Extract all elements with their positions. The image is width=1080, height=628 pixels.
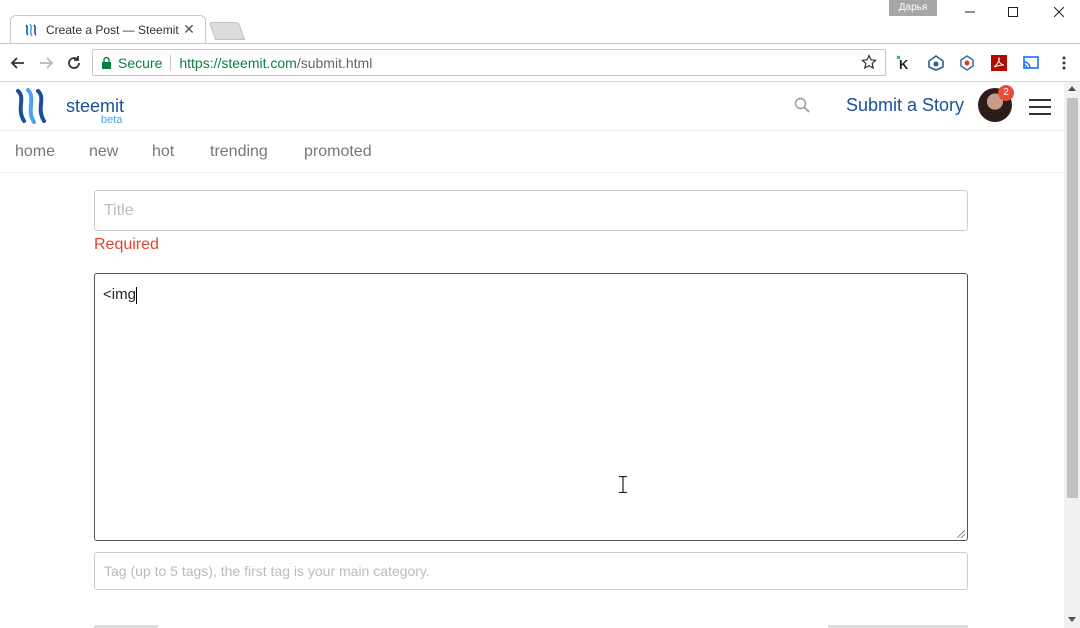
search-icon[interactable] (794, 97, 812, 115)
pdf-extension-icon[interactable] (990, 54, 1008, 72)
url-path: /submit.html (296, 54, 373, 71)
post-body-text: <img (103, 286, 136, 303)
minimize-button[interactable] (947, 0, 993, 24)
subnav-item-home[interactable]: home (15, 143, 55, 161)
subnav: home new hot trending promoted (0, 131, 1064, 173)
post-body-textarea[interactable]: <img (94, 273, 968, 541)
maximize-button[interactable] (990, 0, 1036, 24)
svg-text:K: K (899, 57, 909, 71)
scroll-down-arrow-icon[interactable] (1068, 617, 1076, 622)
new-tab-button[interactable] (208, 22, 246, 40)
close-window-button[interactable] (1036, 0, 1080, 24)
scroll-up-arrow-icon[interactable] (1068, 86, 1076, 91)
scrollbar-thumb[interactable] (1067, 98, 1078, 498)
browser-menu-icon[interactable] (1055, 54, 1073, 72)
reload-button[interactable] (63, 52, 85, 74)
subnav-item-promoted[interactable]: promoted (304, 143, 372, 161)
browser-titlebar: Create a Post — Steemit ✕ Дарья (0, 0, 1080, 44)
required-error: Required (94, 236, 159, 253)
subnav-item-hot[interactable]: hot (152, 143, 174, 161)
tab-close-icon[interactable]: ✕ (182, 21, 196, 38)
browser-tab[interactable]: Create a Post — Steemit ✕ (10, 15, 206, 44)
ibeam-cursor-icon (619, 476, 627, 493)
url-host: https://steemit.com (179, 54, 297, 71)
profile-badge[interactable]: Дарья (889, 0, 937, 16)
tags-input[interactable] (94, 552, 968, 590)
forward-button[interactable] (35, 52, 57, 74)
submit-story-link[interactable]: Submit a Story (846, 95, 964, 116)
cast-icon[interactable] (1022, 54, 1040, 72)
browser-toolbar: Secure https://steemit.com/submit.html K (0, 44, 1080, 82)
page-scrollbar[interactable] (1064, 82, 1080, 628)
title-input[interactable] (94, 190, 968, 231)
k-extension-icon[interactable]: K (895, 54, 913, 72)
notification-badge: 2 (998, 85, 1014, 101)
tab-title: Create a Post — Steemit (46, 22, 179, 37)
back-button[interactable] (7, 52, 29, 74)
subnav-item-new[interactable]: new (89, 143, 118, 161)
address-bar[interactable]: Secure https://steemit.com/submit.html (92, 49, 886, 76)
logo-beta: beta (101, 114, 123, 126)
subnav-item-trending[interactable]: trending (210, 143, 268, 161)
text-caret (135, 286, 137, 304)
secure-label: Secure (118, 54, 163, 71)
bookmark-star-icon[interactable] (861, 54, 877, 73)
resize-handle-icon[interactable] (957, 530, 965, 538)
lock-icon (101, 56, 112, 69)
bell-extension-icon[interactable] (958, 54, 976, 72)
hamburger-menu-icon[interactable] (1029, 99, 1051, 115)
steemit-favicon-icon (24, 23, 38, 37)
eye-extension-icon[interactable] (927, 54, 945, 72)
omnibox-separator (170, 54, 172, 71)
site-header: steemit beta Submit a Story 2 (0, 82, 1064, 131)
steemit-logo-icon[interactable] (14, 88, 50, 124)
